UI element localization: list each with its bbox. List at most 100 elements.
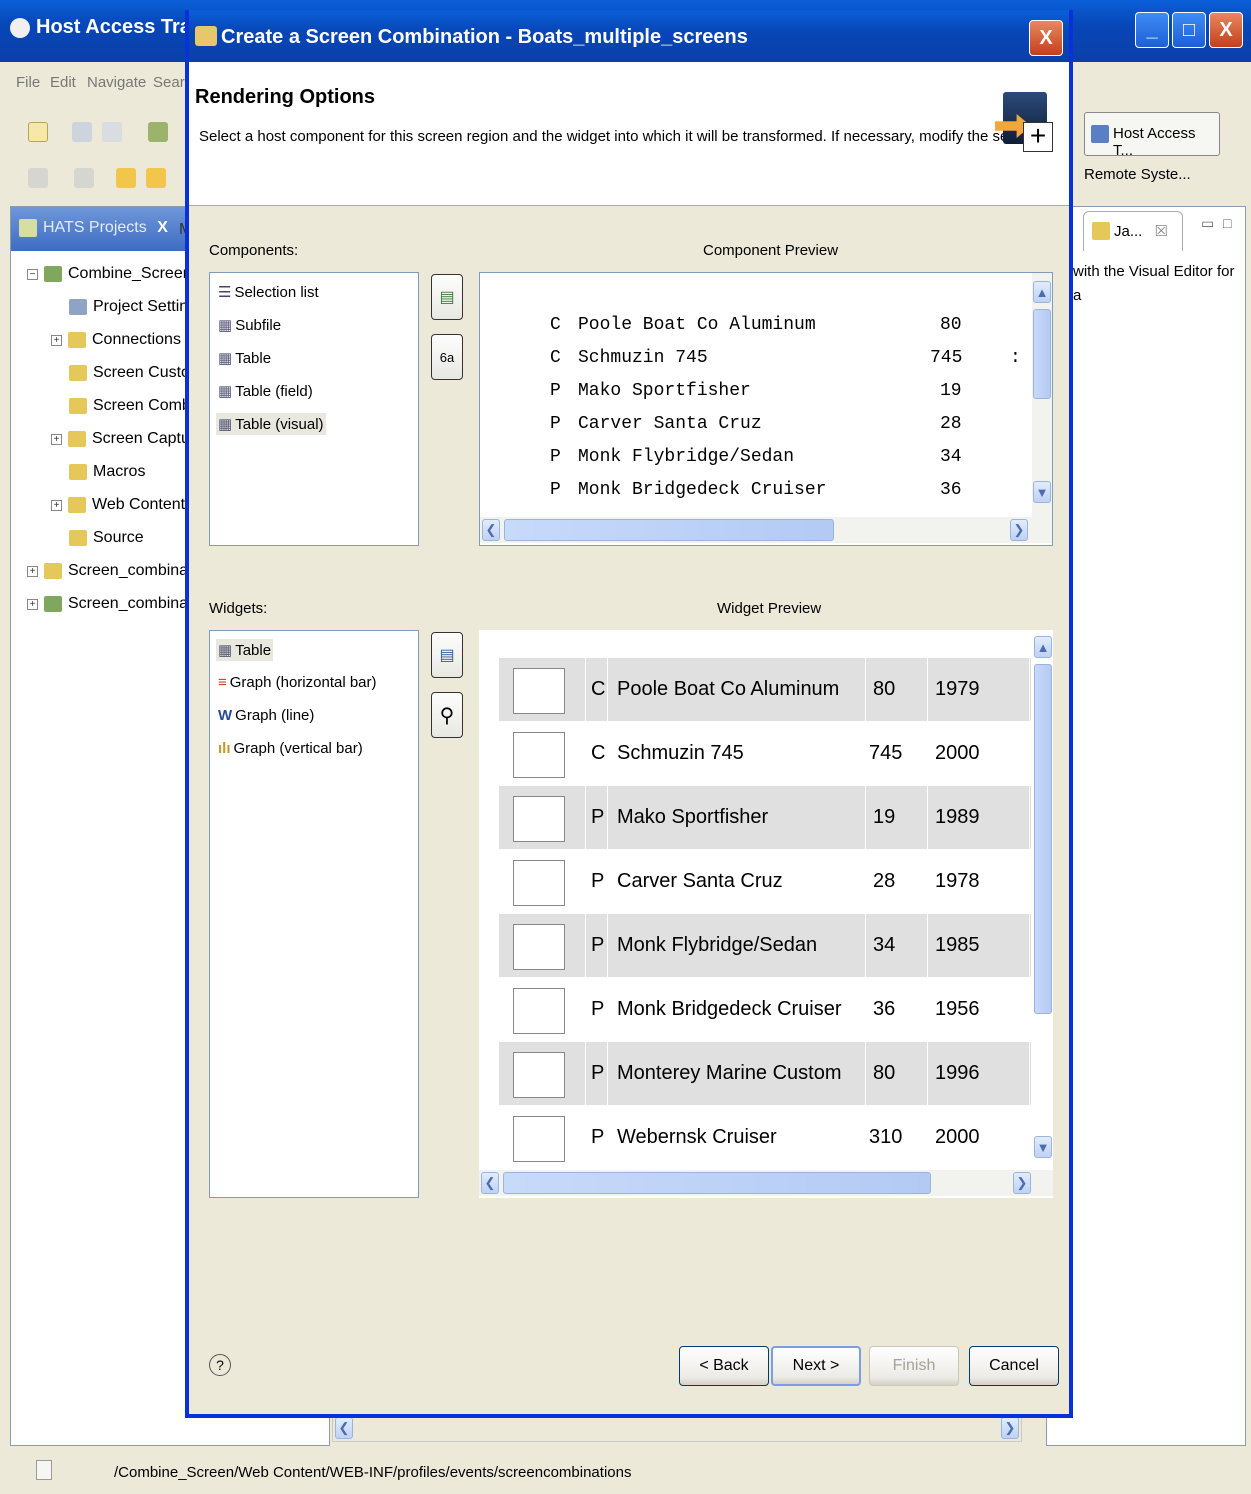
hats-projects-icon [19, 219, 37, 237]
component-text-replace-button[interactable]: 6a [431, 334, 463, 380]
tree-item-screen-captures[interactable]: + Screen Capture [51, 430, 204, 448]
widget-settings-button[interactable]: ▤ [431, 632, 463, 678]
annotation-icon[interactable] [74, 168, 94, 188]
component-settings-button[interactable]: ▤ [431, 274, 463, 320]
widgets-list[interactable]: ▦ Table ≡ Graph (horizontal bar) W Graph (l… [209, 630, 419, 1198]
back-nav-icon[interactable] [116, 168, 136, 188]
scroll-right-icon[interactable]: ❯ [1001, 1417, 1019, 1439]
widget-label: Graph (line) [235, 707, 315, 724]
new-icon[interactable] [28, 122, 48, 142]
row-input[interactable] [513, 1116, 565, 1162]
scroll-thumb[interactable] [504, 519, 834, 541]
settings-icon: ▤ [439, 647, 455, 664]
help-icon[interactable]: ? [209, 1354, 231, 1376]
expand-icon[interactable]: + [51, 499, 62, 511]
row-num: 745 [869, 742, 903, 764]
dialog-close-icon[interactable]: X [1029, 20, 1063, 56]
scroll-down-icon[interactable]: ▼ [1033, 481, 1051, 503]
widget-preview-vscroll[interactable]: ▲ ▼ [1033, 630, 1053, 1170]
scroll-left-icon[interactable]: ❮ [335, 1417, 353, 1439]
row-code: P [591, 1062, 605, 1084]
widget-item-line[interactable]: W Graph (line) [216, 705, 316, 726]
tab-close-icon[interactable]: ☒ [1155, 223, 1168, 240]
forward-nav-icon[interactable] [146, 168, 166, 188]
widget-zoom-button[interactable]: ⚲ [431, 692, 463, 738]
widget-item-table[interactable]: ▦ Table [216, 639, 274, 661]
remote-systems-label[interactable]: Remote Syste... [1084, 166, 1191, 183]
scroll-right-icon[interactable]: ❯ [1013, 1172, 1031, 1194]
view-maximize-icon[interactable]: □ [1223, 215, 1231, 231]
row-input[interactable] [513, 924, 565, 970]
row-input[interactable] [513, 732, 565, 778]
cancel-button[interactable]: Cancel [969, 1346, 1059, 1386]
row-num: 36 [873, 998, 896, 1020]
components-list[interactable]: ☰ Selection list ▦ Subfile ▦ Table ▦ Table (… [209, 272, 419, 546]
scroll-down-icon[interactable]: ▼ [1034, 1136, 1052, 1158]
app-icon [10, 18, 30, 38]
scroll-thumb[interactable] [1033, 309, 1051, 399]
scroll-up-icon[interactable]: ▲ [1033, 281, 1051, 303]
menu-navigate[interactable]: Navigate [87, 74, 146, 91]
preview-code: P [550, 480, 561, 500]
expand-icon[interactable]: + [51, 433, 62, 445]
expand-icon[interactable]: + [51, 334, 62, 346]
widget-item-horizontal-bar[interactable]: ≡ Graph (horizontal bar) [216, 672, 379, 693]
save-icon[interactable] [72, 122, 92, 142]
row-input[interactable] [513, 1052, 565, 1098]
finish-button[interactable]: Finish [869, 1346, 959, 1386]
print-icon[interactable] [102, 122, 122, 142]
wizard-icon[interactable] [148, 122, 168, 142]
horizontal-bar-chart-icon: ≡ [218, 674, 227, 691]
component-preview-vscroll[interactable]: ▲ ▼ [1032, 273, 1052, 517]
line-chart-icon: W [218, 707, 233, 724]
row-num: 310 [869, 1126, 903, 1148]
close-icon[interactable]: X [1209, 12, 1243, 48]
maximize-icon[interactable]: □ [1172, 12, 1206, 48]
back-button[interactable]: < Back [679, 1346, 769, 1386]
nav-icon[interactable] [28, 168, 48, 188]
component-item-table-field[interactable]: ▦ Table (field) [216, 380, 315, 402]
tree-item-macros[interactable]: Macros [69, 463, 145, 481]
scroll-left-icon[interactable]: ❮ [482, 519, 500, 541]
widget-preview-hscroll[interactable]: ❮ ❯ [479, 1170, 1053, 1196]
tab-hats-projects[interactable]: HATS Projects X [11, 207, 191, 251]
row-code: P [591, 998, 605, 1020]
widget-item-vertical-bar[interactable]: ılı Graph (vertical bar) [216, 738, 365, 759]
tree-item-web-content[interactable]: + Web Content [51, 496, 185, 514]
rendering-wizard-icon: + [995, 92, 1055, 152]
status-icon [36, 1460, 52, 1480]
tree-item-combine-screen[interactable]: − Combine_Screen [27, 265, 192, 283]
row-input[interactable] [513, 860, 565, 906]
tab-java[interactable]: Ja... ☒ [1083, 211, 1183, 251]
row-input[interactable] [513, 988, 565, 1034]
tree-item-connections[interactable]: + Connections [51, 331, 181, 349]
row-name: Monterey Marine Custom [617, 1062, 842, 1084]
tab-close-icon[interactable]: X [157, 219, 168, 236]
expand-icon[interactable]: + [27, 598, 38, 610]
component-item-subfile[interactable]: ▦ Subfile [216, 314, 283, 336]
next-button[interactable]: Next > [771, 1346, 861, 1386]
row-input[interactable] [513, 796, 565, 842]
component-item-table[interactable]: ▦ Table [216, 347, 273, 369]
tree-item-source[interactable]: Source [69, 529, 144, 547]
scroll-thumb[interactable] [503, 1172, 931, 1194]
expand-icon[interactable]: + [27, 565, 38, 577]
editor-horizontal-scrollbar[interactable]: ❮ ❯ [332, 1414, 1022, 1442]
perspective-icon [1091, 125, 1109, 143]
collapse-icon[interactable]: − [27, 268, 38, 280]
menu-file[interactable]: File [16, 74, 40, 91]
scroll-right-icon[interactable]: ❯ [1010, 519, 1028, 541]
minimize-icon[interactable]: _ [1135, 12, 1169, 48]
scroll-thumb[interactable] [1034, 664, 1052, 1014]
component-item-selection-list[interactable]: ☰ Selection list [216, 281, 321, 303]
tree-label: Macros [93, 463, 146, 480]
component-item-table-visual[interactable]: ▦ Table (visual) [216, 413, 326, 435]
view-minimize-icon[interactable]: ▭ [1201, 215, 1214, 232]
menu-edit[interactable]: Edit [50, 74, 76, 91]
row-input[interactable] [513, 668, 565, 714]
scroll-up-icon[interactable]: ▲ [1034, 636, 1052, 658]
perspective-button[interactable]: Host Access T... [1084, 112, 1220, 159]
scroll-left-icon[interactable]: ❮ [481, 1172, 499, 1194]
component-preview-hscroll[interactable]: ❮ ❯ [480, 517, 1052, 543]
preview-code: P [550, 414, 561, 434]
